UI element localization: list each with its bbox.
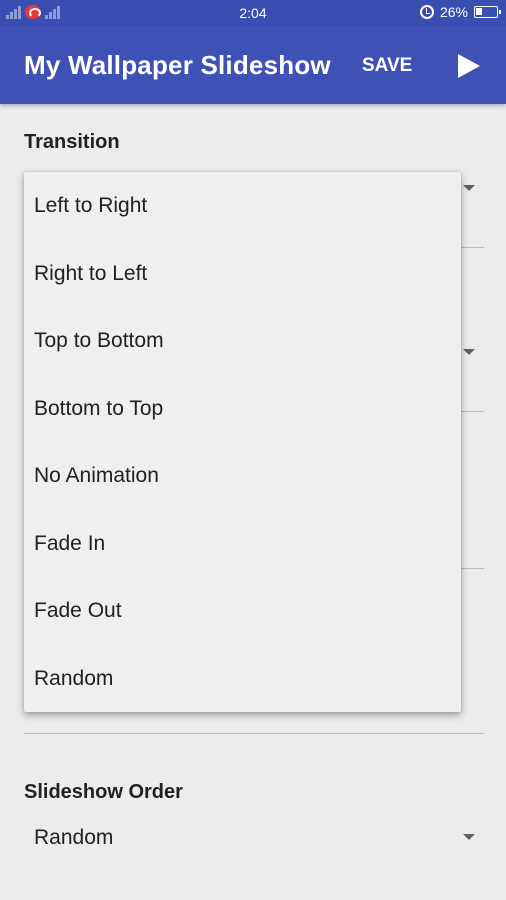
option-fade-out[interactable]: Fade Out <box>24 577 461 645</box>
play-icon <box>458 54 480 78</box>
slideshow-order-value: Random <box>34 826 114 849</box>
option-fade-in[interactable]: Fade In <box>24 510 461 578</box>
status-bar: 2:04 26% <box>0 0 506 26</box>
app-bar: My Wallpaper Slideshow SAVE <box>0 26 506 104</box>
transition-label: Transition <box>24 131 120 153</box>
status-right-icons: 26% <box>419 4 501 20</box>
option-random[interactable]: Random <box>24 645 461 713</box>
battery-icon <box>474 6 501 18</box>
field-underline <box>24 733 484 734</box>
option-no-animation[interactable]: No Animation <box>24 442 461 510</box>
play-button[interactable] <box>450 46 486 86</box>
option-right-to-left[interactable]: Right to Left <box>24 240 461 308</box>
alarm-icon <box>419 5 434 19</box>
option-bottom-to-top[interactable]: Bottom to Top <box>24 375 461 443</box>
slideshow-order-caret-icon <box>463 834 475 840</box>
save-button[interactable]: SAVE <box>352 46 422 86</box>
transition-dropdown-caret-icon <box>463 185 475 191</box>
option-left-to-right[interactable]: Left to Right <box>24 172 461 240</box>
slideshow-order-label: Slideshow Order <box>24 781 183 803</box>
battery-percent: 26% <box>439 4 468 20</box>
dropdown-caret-icon <box>463 349 475 355</box>
app-title: My Wallpaper Slideshow <box>24 50 331 80</box>
option-top-to-bottom[interactable]: Top to Bottom <box>24 307 461 375</box>
transition-dropdown-menu: Left to Right Right to Left Top to Botto… <box>24 172 461 712</box>
